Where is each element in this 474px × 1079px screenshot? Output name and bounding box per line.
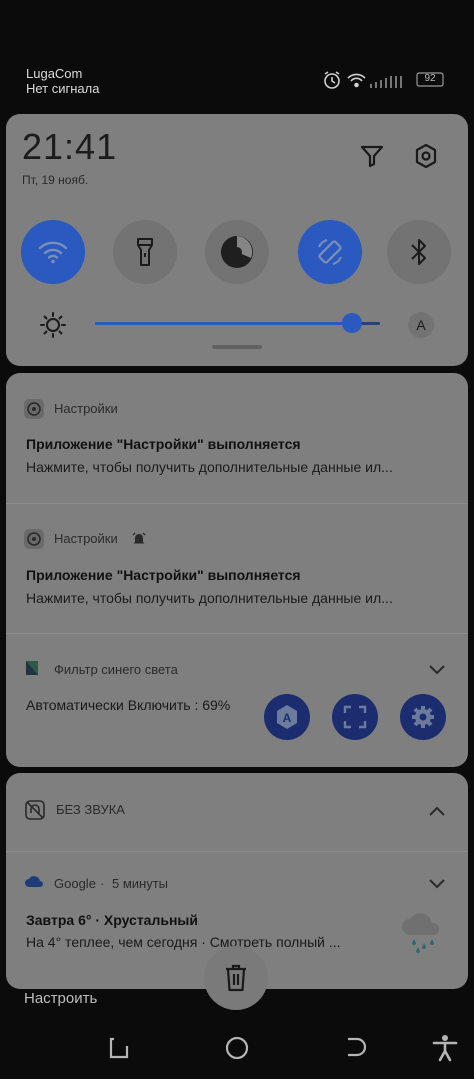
google-time: 5 минуты — [112, 876, 169, 891]
alarm-icon — [324, 71, 340, 89]
settings-app-icon — [24, 529, 44, 549]
wifi-toggle[interactable] — [21, 220, 85, 284]
home-nav-icon[interactable] — [224, 1035, 250, 1061]
customize-link[interactable]: Настроить — [24, 990, 97, 1007]
trash-icon — [226, 964, 246, 992]
auto-brightness-button[interactable]: A — [408, 312, 434, 338]
brightness-slider-thumb[interactable] — [341, 313, 362, 333]
svg-text:A: A — [283, 711, 292, 725]
chevron-up-icon[interactable] — [426, 801, 448, 821]
flashlight-toggle[interactable] — [113, 220, 177, 284]
clock: 21:41 — [22, 126, 118, 167]
carrier-name: LugaCom — [26, 66, 83, 81]
weather-body[interactable]: На 4° теплее, чем сегодня · Смотреть пол… — [26, 934, 341, 950]
quick-settings-panel: 21:41 Пт, 19 нояб. A — [6, 114, 468, 366]
google-app-name: Google — [54, 876, 96, 891]
notification-app-name: Настройки — [54, 531, 118, 546]
chevron-down-icon[interactable] — [426, 873, 448, 893]
blue-filter-app-icon — [26, 661, 38, 675]
data-saver-toggle[interactable] — [205, 220, 269, 284]
notification-title[interactable]: Приложение "Настройки" выполняется — [26, 567, 301, 583]
bluetooth-toggle[interactable] — [387, 220, 451, 284]
signal-status: Нет сигнала — [26, 81, 100, 96]
wifi-status-icon — [347, 73, 366, 88]
battery-level: 92 — [424, 73, 436, 84]
accessibility-icon[interactable] — [432, 1034, 458, 1062]
notification-title[interactable]: Приложение "Настройки" выполняется — [26, 436, 301, 452]
cloud-icon — [24, 874, 44, 888]
notification-body[interactable]: Нажмите, чтобы получить дополнительные д… — [26, 590, 393, 606]
divider — [6, 503, 468, 504]
notification-app-name: Настройки — [54, 401, 118, 416]
wifi-icon — [38, 241, 68, 264]
brightness-slider-fill — [95, 322, 352, 325]
settings-app-icon — [24, 399, 44, 419]
auto-mode-button[interactable]: A — [264, 694, 310, 740]
bluetooth-icon — [411, 239, 426, 265]
rotate-icon — [318, 239, 342, 265]
frame-icon — [343, 705, 367, 729]
divider — [6, 851, 468, 852]
blue-filter-app-name: Фильтр синего света — [54, 662, 178, 677]
weather-title[interactable]: Завтра 6° · Хрустальный — [26, 912, 198, 928]
filter-icon[interactable] — [358, 142, 386, 170]
blue-filter-status: Автоматически Включить : 69% — [26, 697, 231, 713]
auto-rotate-toggle[interactable] — [298, 220, 362, 284]
screen-capture-button[interactable] — [332, 694, 378, 740]
notifications-card: Настройки Приложение "Настройки" выполня… — [6, 373, 468, 767]
date: Пт, 19 нояб. — [22, 173, 89, 187]
rain-cloud-icon — [400, 905, 446, 955]
notification-body[interactable]: Нажмите, чтобы получить дополнительные д… — [26, 459, 393, 475]
auto-mode-icon: A — [277, 705, 297, 729]
clear-all-button[interactable] — [204, 946, 268, 1010]
flashlight-icon — [137, 238, 153, 266]
separator-dot: · — [100, 876, 105, 891]
data-saver-icon — [221, 236, 253, 268]
chevron-down-icon[interactable] — [426, 659, 448, 679]
gear-icon — [412, 706, 434, 728]
brightness-slider-track[interactable] — [95, 313, 380, 333]
silent-icon — [24, 799, 46, 821]
filter-settings-button[interactable] — [400, 694, 446, 740]
expand-handle[interactable] — [212, 345, 262, 349]
divider — [6, 633, 468, 634]
recents-nav-icon[interactable] — [343, 1035, 369, 1061]
signal-bars-icon — [370, 76, 402, 88]
silent-section-label: БЕЗ ЗВУКА — [56, 802, 125, 817]
brightness-icon — [40, 312, 66, 338]
back-nav-icon[interactable] — [106, 1035, 132, 1061]
alert-bell-icon — [131, 531, 147, 547]
settings-gear-icon[interactable] — [412, 142, 440, 170]
